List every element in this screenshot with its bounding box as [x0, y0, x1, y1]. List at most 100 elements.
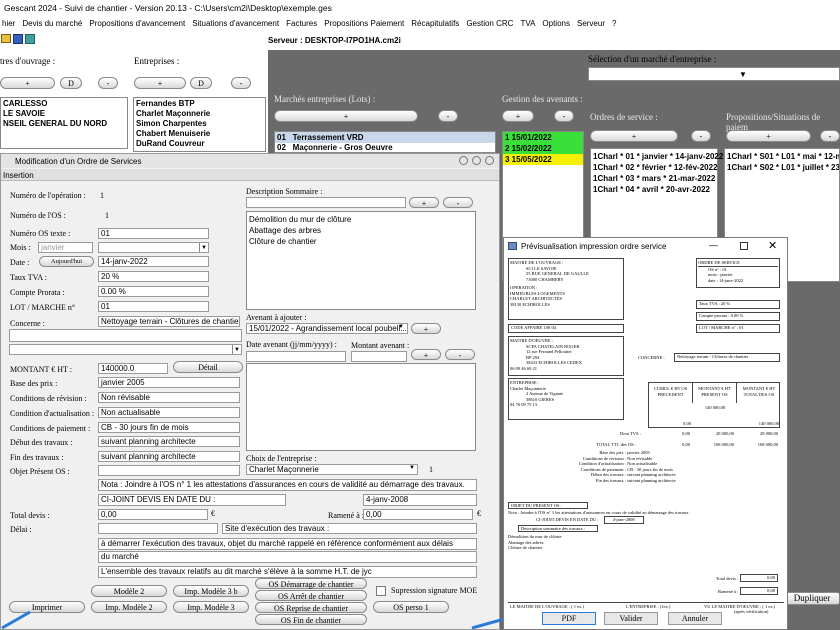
table-row[interactable]: 01 Terrassement VRD: [275, 132, 495, 143]
debut-field[interactable]: suivant planning architecte: [98, 436, 240, 447]
avenant-item[interactable]: 3 15/05/2022: [503, 154, 583, 165]
text-line3-field[interactable]: L'ensemble des travaux relatifs au dit m…: [98, 566, 477, 578]
remove-entreprise-button[interactable]: -: [231, 77, 251, 89]
choix-select[interactable]: Charlet Maçonnerie: [246, 464, 418, 475]
dupliquer-button[interactable]: Dupliquer: [784, 592, 840, 605]
menu-item[interactable]: Serveur: [577, 17, 605, 31]
description-list[interactable]: Démolition du mur de clôture Abattage de…: [246, 211, 476, 310]
concerne-select[interactable]: ▼: [9, 344, 242, 355]
delai-field[interactable]: [98, 523, 218, 534]
close-icon[interactable]: ✕: [768, 239, 777, 252]
menu-item[interactable]: Situations d'avancement: [192, 17, 279, 31]
num-os-texte-field[interactable]: 01: [98, 228, 209, 239]
maximize-icon[interactable]: [472, 156, 481, 165]
menu-item[interactable]: hier: [2, 17, 15, 31]
remove-os-button[interactable]: -: [691, 130, 711, 142]
text-line2-field[interactable]: du marché: [98, 551, 477, 563]
revision-field[interactable]: Non révisable: [98, 392, 240, 403]
list-item[interactable]: 1Charl * 03 * mars * 21-mar-2022: [591, 173, 717, 184]
site-field[interactable]: Site d'exécution des travaux :: [222, 523, 477, 534]
os-arret-button[interactable]: OS Arrêt de chantier: [255, 590, 367, 601]
suppression-checkbox[interactable]: [376, 586, 386, 596]
add-prop-button[interactable]: +: [726, 130, 811, 142]
aujourdhui-button[interactable]: Aujourd'hui: [39, 256, 94, 267]
menu-item[interactable]: Factures: [286, 17, 317, 31]
detail-entreprise-button[interactable]: D: [190, 77, 212, 89]
add-description-button[interactable]: +: [409, 197, 439, 208]
list-item[interactable]: Clôture de chantier: [247, 236, 475, 247]
remove-avenant-button[interactable]: -: [554, 110, 574, 122]
modele2-button[interactable]: Modèle 2: [91, 585, 167, 597]
avenant-item[interactable]: 2 15/02/2022: [503, 143, 583, 154]
menu-item[interactable]: Récapitulatifs: [411, 17, 459, 31]
list-item[interactable]: 1Charl * 04 * avril * 20-avr-2022: [591, 184, 717, 195]
menu-item[interactable]: TVA: [520, 17, 535, 31]
menu-item[interactable]: Options: [542, 17, 570, 31]
add-avenant-line-button[interactable]: +: [411, 349, 441, 360]
remove-maitre-button[interactable]: -: [98, 77, 118, 89]
list-item[interactable]: DuRand Couvreur: [134, 139, 265, 149]
add-os-button[interactable]: +: [590, 130, 678, 142]
text-line1-field[interactable]: à démarrer l'exécution des travaux, obje…: [98, 538, 477, 550]
remove-description-button[interactable]: -: [443, 197, 473, 208]
menu-item[interactable]: Gestion CRC: [466, 17, 513, 31]
montant-ht-field[interactable]: 140000.0: [98, 363, 168, 374]
imp-modele2-button[interactable]: Imp. Modèle 2: [91, 601, 167, 613]
add-entreprise-button[interactable]: +: [134, 77, 186, 89]
list-item[interactable]: LE SAVOIE: [1, 109, 127, 119]
concerne-extra-field[interactable]: [9, 329, 242, 342]
add-avenant-button[interactable]: +: [502, 110, 534, 122]
save-icon[interactable]: [13, 34, 23, 44]
paiement-field[interactable]: CB - 30 jours fin de mois: [98, 422, 240, 433]
avenant-list[interactable]: [246, 363, 476, 451]
close-icon[interactable]: [485, 156, 494, 165]
list-item[interactable]: Chabert Menuiserie: [134, 129, 265, 139]
list-item[interactable]: Abattage des arbres: [247, 225, 475, 236]
compte-prorata-field[interactable]: 0.00 %: [98, 286, 209, 297]
taux-tva-field[interactable]: 20 %: [98, 271, 209, 282]
description-header-field[interactable]: [246, 197, 406, 208]
pdf-button[interactable]: PDF: [542, 612, 596, 625]
actualisation-field[interactable]: Non actualisable: [98, 407, 240, 418]
list-item[interactable]: Charlet Maçonnerie: [134, 109, 265, 119]
remove-avenant-line-button[interactable]: -: [445, 349, 475, 360]
remove-marche-button[interactable]: -: [438, 110, 458, 122]
note1-field[interactable]: Nota : Joindre à l'OS n° 1 les attestati…: [98, 479, 477, 491]
base-prix-field[interactable]: janvier 2005: [98, 377, 240, 388]
detail-button[interactable]: Détail: [173, 361, 243, 373]
avenant-select[interactable]: 15/01/2022 - Agrandissement local poubel…: [246, 323, 408, 334]
mois-field[interactable]: janvier: [38, 242, 93, 253]
menu-item[interactable]: Devis du marché: [22, 17, 82, 31]
list-item[interactable]: 1Charl * S01 * L01 * mai * 12-ma: [725, 151, 839, 162]
fin-field[interactable]: suivant planning architecte: [98, 451, 240, 462]
date-avenant-field[interactable]: [246, 351, 346, 362]
maitres-list[interactable]: CARLESSO LE SAVOIE NSEIL GENERAL DU NORD: [0, 97, 128, 149]
list-item[interactable]: 1Charl * 01 * janvier * 14-janv-2022: [591, 151, 723, 162]
imp-modele3b-button[interactable]: Imp. Modèle 3 b: [173, 585, 249, 597]
menu-item[interactable]: ?: [612, 17, 616, 31]
marches-list[interactable]: 01 Terrassement VRD 02 Maçonnerie - Gros…: [274, 131, 496, 153]
valider-button[interactable]: Valider: [604, 612, 658, 625]
add-maitre-button[interactable]: +: [0, 77, 55, 89]
ramene-field[interactable]: 0,00: [363, 509, 473, 520]
add-marche-button[interactable]: +: [274, 110, 418, 122]
detail-maitre-button[interactable]: D: [60, 77, 82, 89]
minimize-icon[interactable]: —: [709, 240, 718, 250]
tab-insertion[interactable]: Insertion: [1, 169, 499, 181]
remove-prop-button[interactable]: -: [820, 130, 840, 142]
objet-field[interactable]: [98, 465, 240, 476]
list-item[interactable]: NSEIL GENERAL DU NORD: [1, 119, 127, 129]
imp-modele3-button[interactable]: Imp. Modèle 3: [173, 601, 249, 613]
list-item[interactable]: Simon Charpentes: [134, 119, 265, 129]
list-item[interactable]: 1Charl * S02 * L01 * juillet * 23-ju: [725, 162, 839, 173]
date-field[interactable]: 14-janv-2022: [98, 256, 209, 267]
list-item[interactable]: CARLESSO: [1, 99, 127, 109]
print-icon[interactable]: [25, 34, 35, 44]
lot-field[interactable]: 01: [98, 301, 209, 312]
concerne-field[interactable]: Nettoyage terrain - Clôtures de chantier: [98, 316, 240, 327]
note2-date-field[interactable]: 4-janv-2008: [363, 494, 477, 506]
annuler-button[interactable]: Annuler: [668, 612, 722, 625]
menu-item[interactable]: Propositions Paiement: [324, 17, 404, 31]
note2-field[interactable]: CI-JOINT DEVIS EN DATE DU :: [98, 494, 286, 506]
selection-select[interactable]: ▼: [588, 67, 840, 81]
